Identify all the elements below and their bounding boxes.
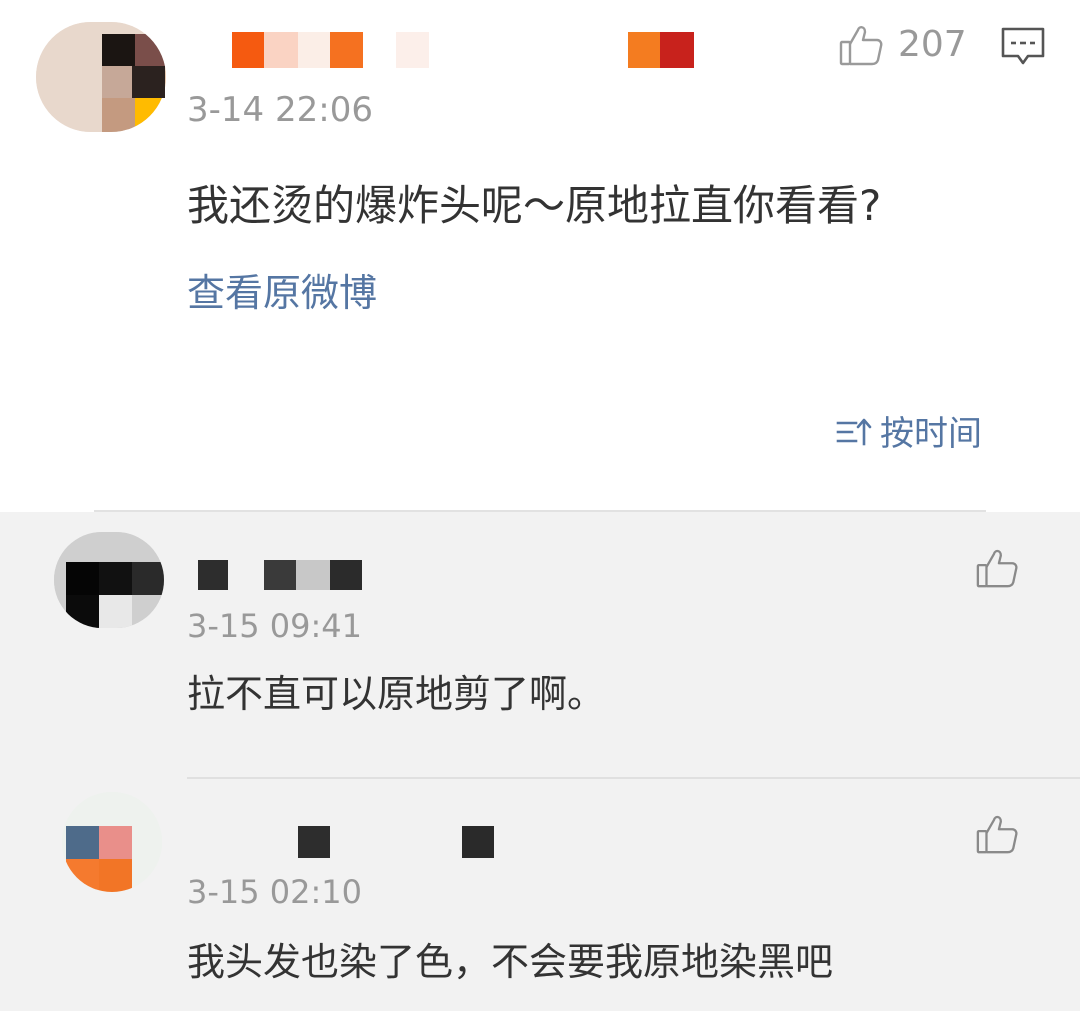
- sort-toggle[interactable]: 按时间: [836, 412, 982, 456]
- view-original-link[interactable]: 查看原微博: [187, 268, 377, 318]
- reply-username-redacted[interactable]: [188, 560, 388, 596]
- comment-timestamp: 3-14 22:06: [187, 90, 373, 130]
- thumbs-up-icon: [974, 812, 1020, 856]
- comment-bubble-icon[interactable]: [1000, 26, 1046, 68]
- comment-thread: 3-14 22:06 207 我还烫的爆炸头呢～原地拉直你看看? 查看原微博 按…: [0, 0, 1080, 1011]
- divider: [94, 510, 986, 512]
- sort-arrows-icon: [836, 417, 874, 451]
- thumbs-up-icon: [838, 22, 884, 68]
- thumbs-up-icon: [974, 546, 1020, 590]
- reply-text: 拉不直可以原地剪了啊。: [187, 672, 606, 716]
- divider: [187, 777, 1080, 779]
- username-redacted[interactable]: [188, 32, 698, 68]
- avatar-overlay-block: [132, 66, 165, 98]
- reply-text: 我头发也染了色，不会要我原地染黑吧: [187, 940, 834, 984]
- sort-label: 按时间: [880, 414, 982, 454]
- reply-like-button[interactable]: [974, 812, 1020, 856]
- reply-like-button[interactable]: [974, 546, 1020, 590]
- reply-avatar[interactable]: [62, 792, 162, 892]
- reply-timestamp: 3-15 02:10: [187, 873, 363, 911]
- like-count: 207: [898, 24, 967, 65]
- reply-avatar[interactable]: [54, 532, 164, 628]
- reply-timestamp: 3-15 09:41: [187, 607, 363, 645]
- comment-text: 我还烫的爆炸头呢～原地拉直你看看?: [187, 181, 882, 230]
- reply-username-redacted[interactable]: [188, 826, 498, 862]
- like-button[interactable]: 207: [838, 22, 967, 68]
- main-comment: 3-14 22:06 207 我还烫的爆炸头呢～原地拉直你看看? 查看原微博 按…: [0, 0, 1080, 512]
